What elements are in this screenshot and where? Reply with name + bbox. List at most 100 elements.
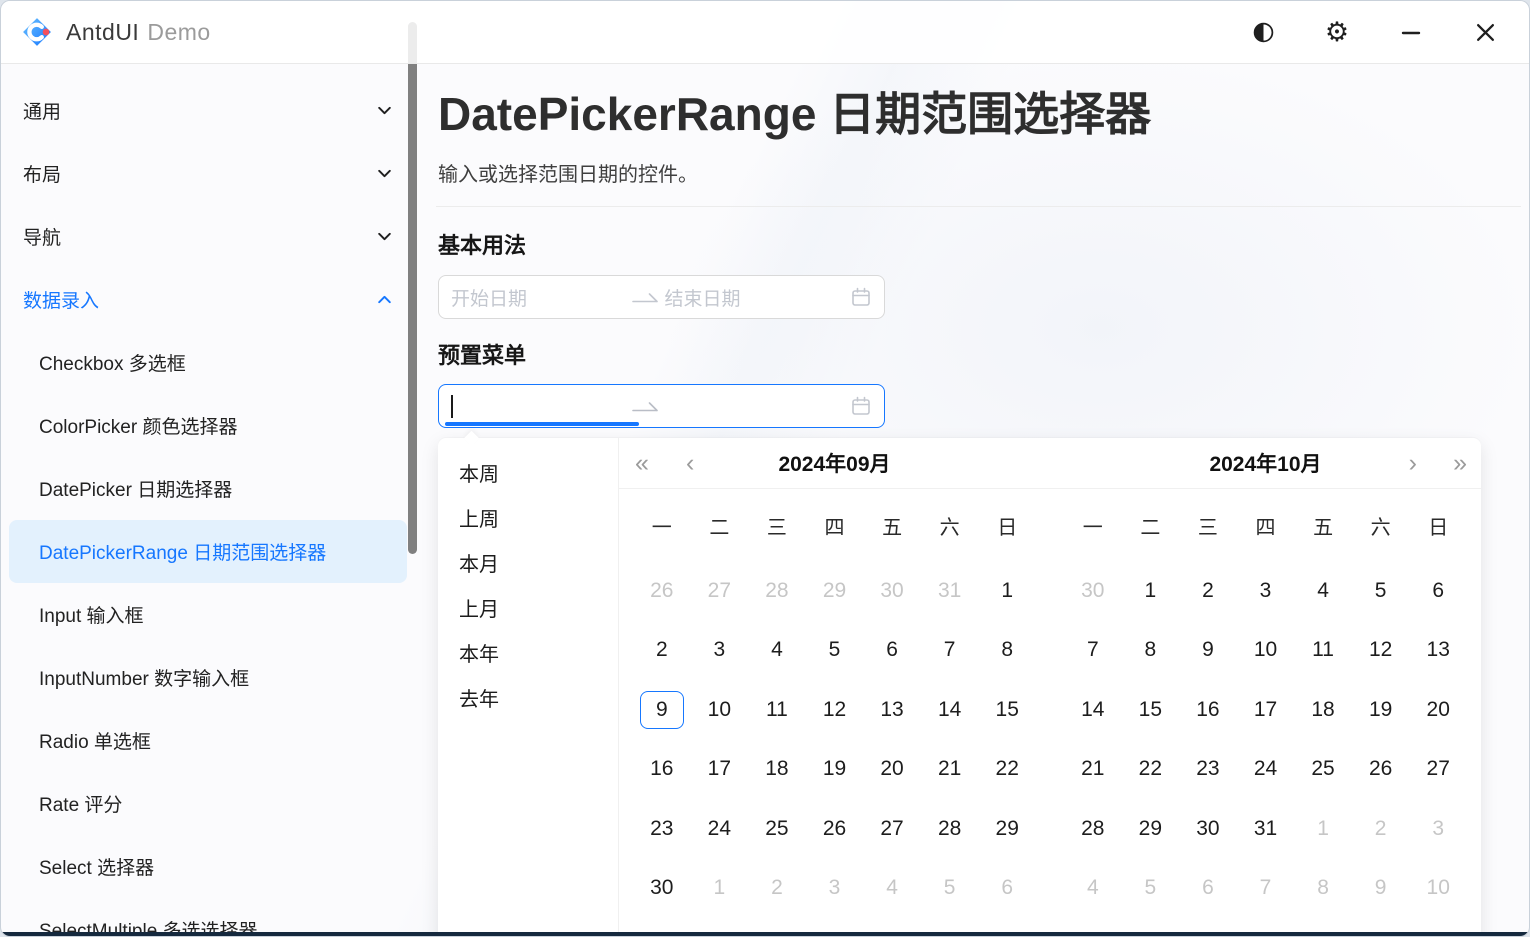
sidebar-item[interactable]: SelectMultiple 多选选择器	[9, 898, 407, 932]
day-cell[interactable]: 20	[863, 740, 921, 800]
day-cell[interactable]: 18	[748, 740, 806, 800]
settings-button[interactable]: ⚙	[1315, 12, 1359, 52]
day-cell[interactable]: 24	[691, 799, 749, 859]
day-cell[interactable]: 18	[1294, 680, 1352, 740]
day-cell[interactable]: 20	[1409, 680, 1467, 740]
preset-item[interactable]: 上周	[438, 495, 618, 540]
day-cell[interactable]: 22	[1122, 740, 1180, 800]
day-cell[interactable]: 3	[1409, 799, 1467, 859]
day-cell[interactable]: 25	[748, 799, 806, 859]
date-range-input-basic[interactable]: 开始日期 结束日期	[438, 275, 885, 319]
day-cell[interactable]: 13	[863, 680, 921, 740]
day-cell[interactable]: 27	[691, 561, 749, 621]
day-cell[interactable]: 3	[691, 621, 749, 681]
day-cell[interactable]: 9	[1179, 621, 1237, 681]
next-year-button[interactable]: »	[1453, 438, 1467, 488]
day-cell[interactable]: 16	[633, 740, 691, 800]
sidebar-item[interactable]: 布局	[9, 142, 407, 205]
day-cell[interactable]: 29	[978, 799, 1036, 859]
sidebar-item[interactable]: Radio 单选框	[9, 709, 407, 772]
day-cell[interactable]: 7	[1064, 621, 1122, 681]
day-cell[interactable]: 28	[748, 561, 806, 621]
day-cell[interactable]: 2	[633, 621, 691, 681]
sidebar-item[interactable]: 通用	[9, 79, 407, 142]
day-cell[interactable]: 9	[1352, 859, 1410, 919]
day-cell[interactable]: 30	[1064, 561, 1122, 621]
day-cell[interactable]: 17	[691, 740, 749, 800]
sidebar-item[interactable]: ColorPicker 颜色选择器	[9, 394, 407, 457]
day-cell[interactable]: 5	[1352, 561, 1410, 621]
day-cell[interactable]: 28	[921, 799, 979, 859]
day-cell[interactable]: 2	[1352, 799, 1410, 859]
preset-item[interactable]: 本年	[438, 630, 618, 675]
day-cell[interactable]: 31	[1237, 799, 1295, 859]
day-cell[interactable]: 21	[1064, 740, 1122, 800]
day-cell[interactable]: 4	[863, 859, 921, 919]
day-cell[interactable]: 4	[1294, 561, 1352, 621]
day-cell[interactable]: 3	[806, 859, 864, 919]
day-cell[interactable]: 15	[978, 680, 1036, 740]
day-cell[interactable]: 6	[978, 859, 1036, 919]
day-cell[interactable]: 5	[921, 859, 979, 919]
day-cell[interactable]: 3	[1237, 561, 1295, 621]
day-cell[interactable]: 11	[1294, 621, 1352, 681]
date-range-input-preset[interactable]	[438, 384, 885, 428]
day-cell[interactable]: 25	[1294, 740, 1352, 800]
sidebar-item[interactable]: Checkbox 多选框	[9, 331, 407, 394]
day-cell[interactable]: 22	[978, 740, 1036, 800]
preset-item[interactable]: 本周	[438, 450, 618, 495]
day-cell[interactable]: 29	[806, 561, 864, 621]
day-cell[interactable]: 26	[806, 799, 864, 859]
day-cell[interactable]: 2	[748, 859, 806, 919]
day-cell[interactable]: 12	[1352, 621, 1410, 681]
sidebar-item[interactable]: Input 输入框	[9, 583, 407, 646]
sidebar-item[interactable]: 导航	[9, 205, 407, 268]
day-cell[interactable]: 8	[978, 621, 1036, 681]
day-cell[interactable]: 1	[1122, 561, 1180, 621]
day-cell[interactable]: 16	[1179, 680, 1237, 740]
day-cell[interactable]: 7	[921, 621, 979, 681]
day-cell[interactable]: 30	[863, 561, 921, 621]
day-cell[interactable]: 17	[1237, 680, 1295, 740]
close-button[interactable]	[1463, 12, 1507, 52]
day-cell[interactable]: 27	[863, 799, 921, 859]
day-cell[interactable]: 23	[633, 799, 691, 859]
day-cell[interactable]: 31	[921, 561, 979, 621]
day-cell[interactable]: 1	[1294, 799, 1352, 859]
day-cell[interactable]: 21	[921, 740, 979, 800]
preset-item[interactable]: 去年	[438, 675, 618, 720]
day-cell[interactable]: 8	[1122, 621, 1180, 681]
day-cell[interactable]: 10	[1409, 859, 1467, 919]
day-cell[interactable]: 5	[806, 621, 864, 681]
day-cell[interactable]: 26	[1352, 740, 1410, 800]
minimize-button[interactable]	[1389, 12, 1433, 52]
day-cell[interactable]: 13	[1409, 621, 1467, 681]
preset-item[interactable]: 上月	[438, 585, 618, 630]
day-cell[interactable]: 2	[1179, 561, 1237, 621]
sidebar-item[interactable]: InputNumber 数字输入框	[9, 646, 407, 709]
day-cell[interactable]: 6	[1179, 859, 1237, 919]
day-cell[interactable]: 11	[748, 680, 806, 740]
theme-toggle-button[interactable]	[1241, 12, 1285, 52]
day-cell[interactable]: 19	[1352, 680, 1410, 740]
day-cell[interactable]: 5	[1122, 859, 1180, 919]
day-cell[interactable]: 30	[1179, 799, 1237, 859]
day-cell[interactable]: 10	[1237, 621, 1295, 681]
day-cell[interactable]: 1	[691, 859, 749, 919]
day-cell[interactable]: 7	[1237, 859, 1295, 919]
day-cell[interactable]: 24	[1237, 740, 1295, 800]
day-cell[interactable]: 6	[1409, 561, 1467, 621]
sidebar-item[interactable]: DatePickerRange 日期范围选择器	[9, 520, 407, 583]
day-cell[interactable]: 1	[978, 561, 1036, 621]
day-cell[interactable]: 28	[1064, 799, 1122, 859]
sidebar-item[interactable]: Rate 评分	[9, 772, 407, 835]
day-cell[interactable]: 14	[1064, 680, 1122, 740]
day-cell[interactable]: 10	[691, 680, 749, 740]
day-cell[interactable]: 4	[1064, 859, 1122, 919]
preset-item[interactable]: 本月	[438, 540, 618, 585]
sidebar-scrollbar[interactable]	[408, 22, 417, 554]
day-cell[interactable]: 19	[806, 740, 864, 800]
day-cell[interactable]: 23	[1179, 740, 1237, 800]
day-cell[interactable]: 6	[863, 621, 921, 681]
day-cell[interactable]: 30	[633, 859, 691, 919]
